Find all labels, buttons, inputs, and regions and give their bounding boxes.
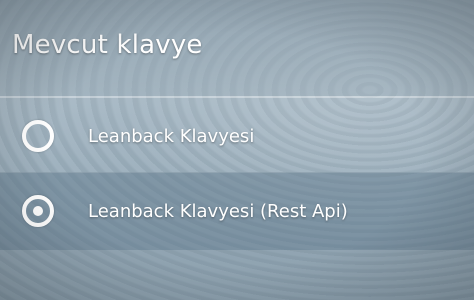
keyboard-option-leanback-rest-api[interactable]: Leanback Klavyesi (Rest Api) — [0, 172, 474, 250]
page-title: Mevcut klavye — [12, 30, 203, 60]
option-label: Leanback Klavyesi — [88, 125, 255, 147]
empty-list-area — [0, 250, 474, 300]
keyboard-option-leanback[interactable]: Leanback Klavyesi — [0, 98, 474, 174]
radio-selected-dot — [33, 206, 43, 216]
option-label: Leanback Klavyesi (Rest Api) — [88, 200, 348, 222]
radio-button-unselected[interactable] — [22, 120, 54, 152]
keyboard-settings-screen: Mevcut klavye Leanback Klavyesi Leanback… — [0, 0, 474, 300]
title-bar: Mevcut klavye — [0, 0, 474, 96]
radio-button-selected[interactable] — [22, 195, 54, 227]
